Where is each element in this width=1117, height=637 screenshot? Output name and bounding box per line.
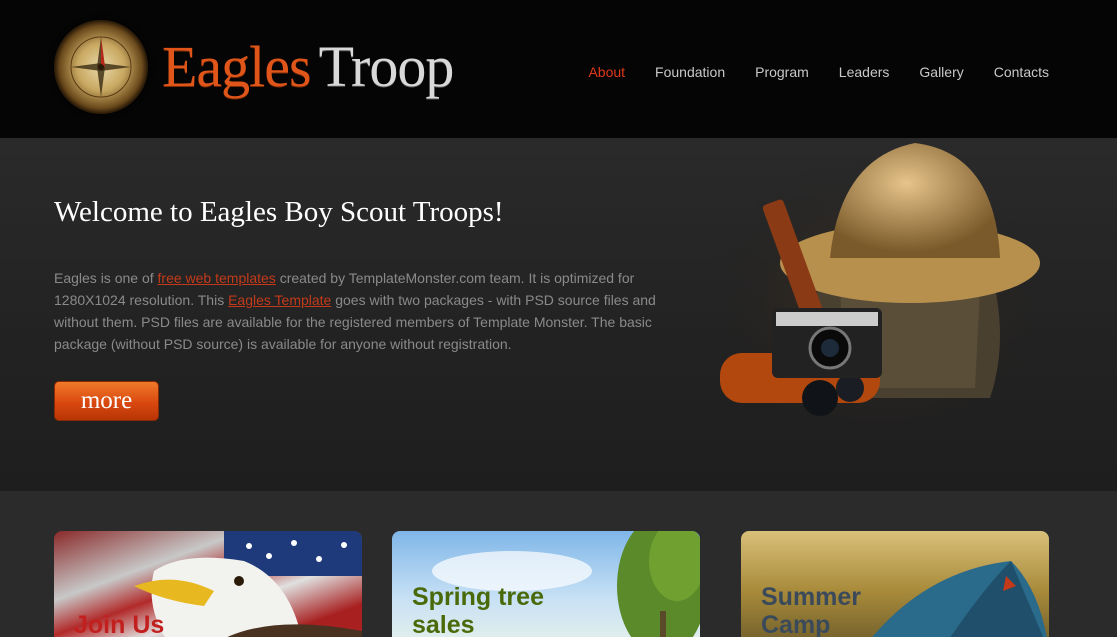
nav-item-about[interactable]: About	[588, 64, 625, 80]
eagles-template-link[interactable]: Eagles Template	[228, 292, 331, 308]
logo-troop-text: Troop	[318, 34, 455, 99]
hero-title: Welcome to Eagles Boy Scout Troops!	[54, 196, 504, 228]
card-title: Summer Camp	[761, 583, 861, 637]
nav-item-gallery[interactable]: Gallery	[919, 64, 963, 80]
more-button[interactable]: more	[54, 381, 159, 421]
scout-gear-image	[705, 138, 1050, 438]
nav-item-program[interactable]: Program	[755, 64, 809, 80]
hero-text-part: Eagles is one of	[54, 270, 158, 286]
spring-tree-sales-card[interactable]: Spring tree sales	[392, 531, 700, 637]
card-title-line: Camp	[761, 611, 831, 637]
feature-cards-section: Join Us Spring tree sales Summer Camp	[0, 491, 1117, 637]
main-nav: About Foundation Program Leaders Gallery…	[558, 64, 1049, 80]
join-us-card[interactable]: Join Us	[54, 531, 362, 637]
nav-item-contacts[interactable]: Contacts	[994, 64, 1049, 80]
card-title: Join Us	[74, 611, 165, 637]
nav-item-foundation[interactable]: Foundation	[655, 64, 725, 80]
card-title-line: Spring tree	[412, 583, 544, 611]
site-logo[interactable]: Eagles Troop	[54, 20, 455, 114]
hero-description: Eagles is one of free web templates crea…	[54, 267, 674, 355]
free-web-templates-link[interactable]: free web templates	[158, 270, 276, 286]
compass-icon	[54, 20, 148, 114]
card-title-line: Summer	[761, 583, 862, 611]
summer-camp-card[interactable]: Summer Camp	[741, 531, 1049, 637]
card-title: Spring tree sales	[412, 583, 544, 637]
logo-eagles-text: Eagles	[162, 34, 312, 99]
hero-section: Welcome to Eagles Boy Scout Troops! Eagl…	[0, 138, 1117, 491]
nav-item-leaders[interactable]: Leaders	[839, 64, 890, 80]
card-title-line: sales	[412, 611, 475, 637]
